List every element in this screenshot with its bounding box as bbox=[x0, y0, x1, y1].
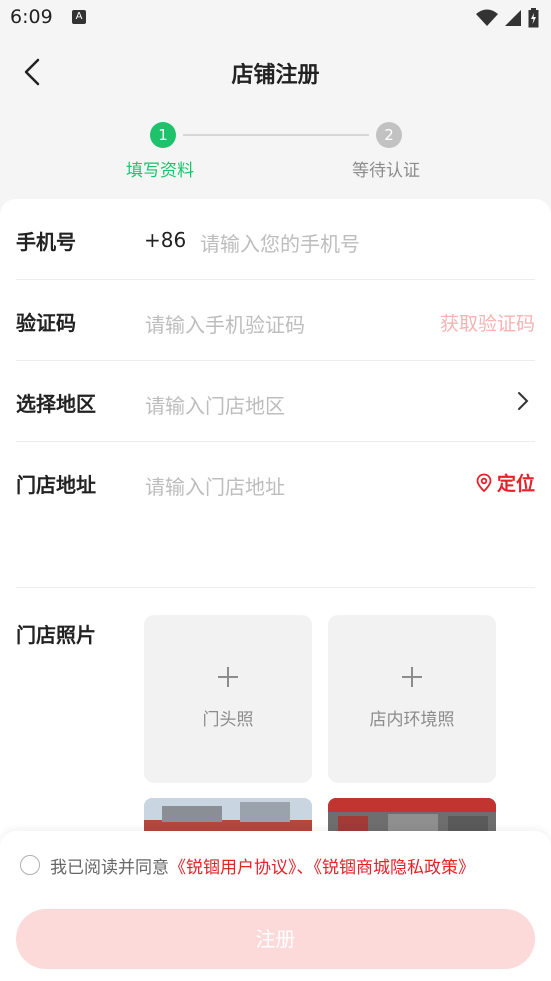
plus-icon bbox=[144, 665, 312, 693]
agreement-prefix: 我已阅读并同意 bbox=[50, 858, 169, 878]
battery-icon bbox=[528, 8, 539, 28]
page-title: 店铺注册 bbox=[231, 63, 320, 88]
locate-button[interactable]: 定位 bbox=[475, 469, 535, 496]
address-label: 门店地址 bbox=[16, 473, 96, 497]
step-indicator: 1 2 填写资料 等待认证 bbox=[0, 118, 551, 188]
user-agreement-link[interactable]: 《锐锢用户协议》 bbox=[169, 858, 297, 878]
agree-checkbox[interactable] bbox=[20, 855, 40, 875]
inside-photo-label: 店内环境照 bbox=[369, 710, 455, 730]
step-2-dot: 2 bbox=[376, 122, 402, 148]
step-1-dot: 1 bbox=[150, 122, 176, 148]
locate-label: 定位 bbox=[496, 473, 535, 495]
status-a-icon: A bbox=[72, 10, 86, 24]
plus-icon bbox=[328, 665, 496, 693]
step-connector bbox=[183, 134, 369, 136]
chevron-right-icon[interactable] bbox=[515, 389, 531, 413]
phone-input[interactable]: 请输入您的手机号 bbox=[200, 228, 360, 257]
agreement-text: 我已阅读并同意《锐锢用户协议》、《锐锢商城隐私政策》 bbox=[50, 853, 475, 878]
wifi-icon bbox=[476, 9, 498, 26]
region-row[interactable]: 选择地区 请输入门店地区 bbox=[16, 361, 535, 442]
phone-label: 手机号 bbox=[16, 230, 76, 254]
front-photo-label: 门头照 bbox=[202, 710, 254, 730]
agreement-separator: 、 bbox=[296, 858, 314, 878]
country-code[interactable]: +86 bbox=[144, 228, 186, 252]
status-icons bbox=[476, 8, 539, 28]
address-row: 门店地址 请输入门店地址 定位 bbox=[16, 442, 535, 588]
region-label: 选择地区 bbox=[16, 392, 96, 416]
address-input[interactable]: 请输入门店地址 bbox=[145, 471, 285, 500]
status-time: 6:09 bbox=[10, 6, 53, 28]
signal-icon bbox=[505, 10, 521, 26]
code-row: 验证码 请输入手机验证码 获取验证码 bbox=[16, 280, 535, 361]
photos-label: 门店照片 bbox=[16, 623, 96, 647]
location-pin-icon bbox=[476, 473, 492, 492]
phone-row: 手机号 +86 请输入您的手机号 bbox=[16, 199, 535, 280]
status-bar: 6:09 A bbox=[0, 0, 551, 36]
nav-bar: 店铺注册 bbox=[0, 46, 551, 98]
get-code-button[interactable]: 获取验证码 bbox=[440, 309, 535, 336]
upload-front-photo[interactable]: 门头照 bbox=[144, 615, 312, 783]
register-button[interactable]: 注册 bbox=[16, 909, 535, 969]
bottom-panel: 我已阅读并同意《锐锢用户协议》、《锐锢商城隐私政策》 注册 bbox=[0, 831, 551, 981]
privacy-policy-link[interactable]: 《锐锢商城隐私政策》 bbox=[314, 858, 476, 878]
code-input[interactable]: 请输入手机验证码 bbox=[145, 309, 305, 338]
code-label: 验证码 bbox=[16, 311, 76, 335]
region-input[interactable]: 请输入门店地区 bbox=[145, 390, 285, 419]
step-2-label: 等待认证 bbox=[352, 161, 420, 181]
step-1-label: 填写资料 bbox=[126, 161, 194, 181]
upload-inside-photo[interactable]: 店内环境照 bbox=[328, 615, 496, 783]
